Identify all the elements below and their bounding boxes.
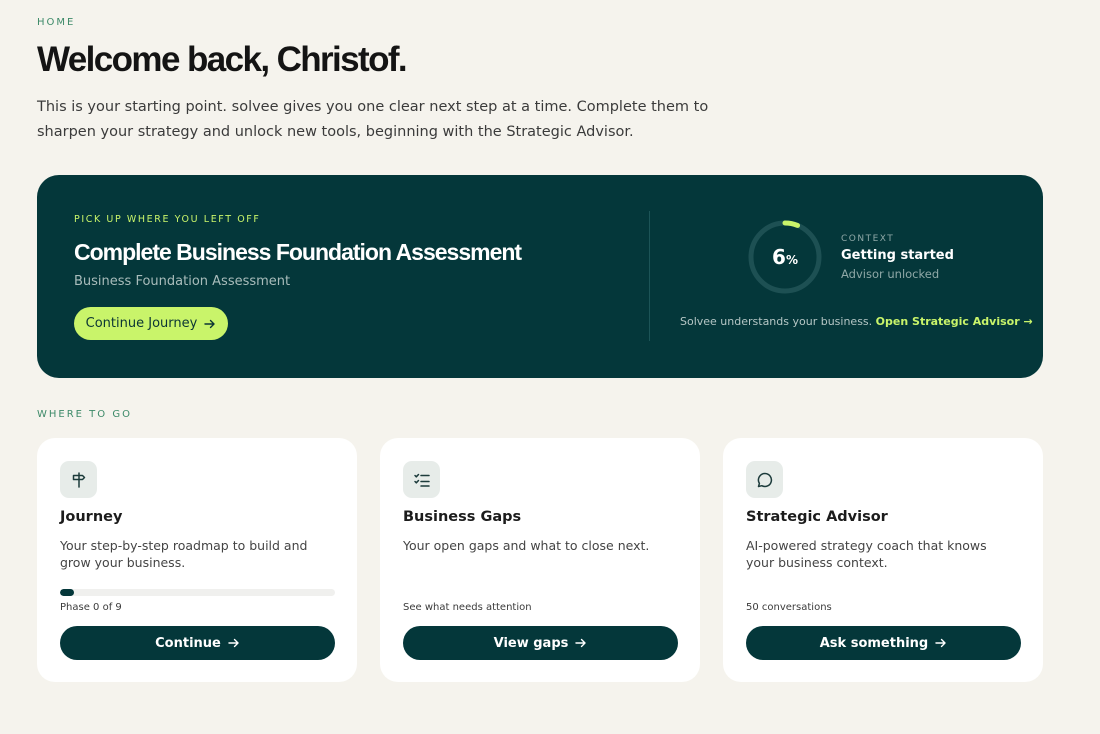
view-gaps-button[interactable]: View gaps bbox=[403, 626, 678, 660]
context-note: Advisor unlocked bbox=[841, 267, 940, 281]
context-progress-value: 6% bbox=[747, 219, 823, 295]
signpost-icon bbox=[60, 461, 97, 498]
hero-footer-text: Solvee understands your business. bbox=[680, 315, 873, 328]
checklist-icon bbox=[403, 461, 440, 498]
strategic-advisor-card: Strategic Advisor AI-powered strategy co… bbox=[723, 438, 1043, 682]
progress-unit: % bbox=[785, 253, 798, 267]
resume-hero-card: PICK UP WHERE YOU LEFT OFF Complete Busi… bbox=[37, 175, 1043, 378]
card-meta: 50 conversations bbox=[746, 602, 832, 613]
context-label: CONTEXT bbox=[841, 234, 895, 244]
arrow-right-icon bbox=[228, 637, 240, 649]
card-meta: Phase 0 of 9 bbox=[60, 602, 122, 613]
hero-title: Complete Business Foundation Assessment bbox=[74, 239, 522, 265]
chat-bubble-icon bbox=[746, 461, 783, 498]
section-label: WHERE TO GO bbox=[37, 409, 132, 420]
arrow-right-icon bbox=[575, 637, 587, 649]
card-title: Strategic Advisor bbox=[746, 509, 888, 525]
arrow-right-icon bbox=[935, 637, 947, 649]
context-status: Getting started bbox=[841, 248, 954, 263]
button-label: View gaps bbox=[493, 635, 569, 651]
continue-journey-button[interactable]: Continue Journey bbox=[74, 307, 228, 340]
card-description: Your step-by-step roadmap to build and g… bbox=[60, 538, 308, 570]
journey-progress-fill bbox=[60, 589, 74, 596]
hero-divider bbox=[649, 211, 650, 341]
button-label: Continue bbox=[155, 635, 221, 651]
continue-journey-label: Continue Journey bbox=[85, 316, 198, 331]
card-title: Business Gaps bbox=[403, 509, 522, 525]
open-strategic-advisor-link[interactable]: Open Strategic Advisor → bbox=[876, 315, 1033, 328]
card-description: AI-powered strategy coach that knows you… bbox=[746, 538, 987, 570]
arrow-right-icon bbox=[204, 318, 216, 330]
breadcrumb: HOME bbox=[37, 17, 76, 28]
home-page: HOME Welcome back, Christof. This is you… bbox=[0, 0, 1100, 734]
business-gaps-card: Business Gaps Your open gaps and what to… bbox=[380, 438, 700, 682]
page-title: Welcome back, Christof. bbox=[37, 40, 408, 79]
intro-text: This is your starting point. solvee give… bbox=[37, 99, 709, 140]
journey-card: Journey Your step-by-step roadmap to bui… bbox=[37, 438, 357, 682]
ask-something-button[interactable]: Ask something bbox=[746, 626, 1021, 660]
card-meta: See what needs attention bbox=[403, 602, 532, 613]
card-title: Journey bbox=[60, 509, 123, 525]
button-label: Ask something bbox=[819, 635, 929, 651]
progress-number: 6 bbox=[772, 245, 786, 269]
journey-progress-bar bbox=[60, 589, 335, 596]
journey-continue-button[interactable]: Continue bbox=[60, 626, 335, 660]
hero-subtitle: Business Foundation Assessment bbox=[74, 274, 291, 289]
hero-footer: Solvee understands your business. Open S… bbox=[680, 315, 1033, 328]
hero-eyebrow: PICK UP WHERE YOU LEFT OFF bbox=[74, 214, 261, 225]
card-description: Your open gaps and what to close next. bbox=[403, 538, 650, 553]
